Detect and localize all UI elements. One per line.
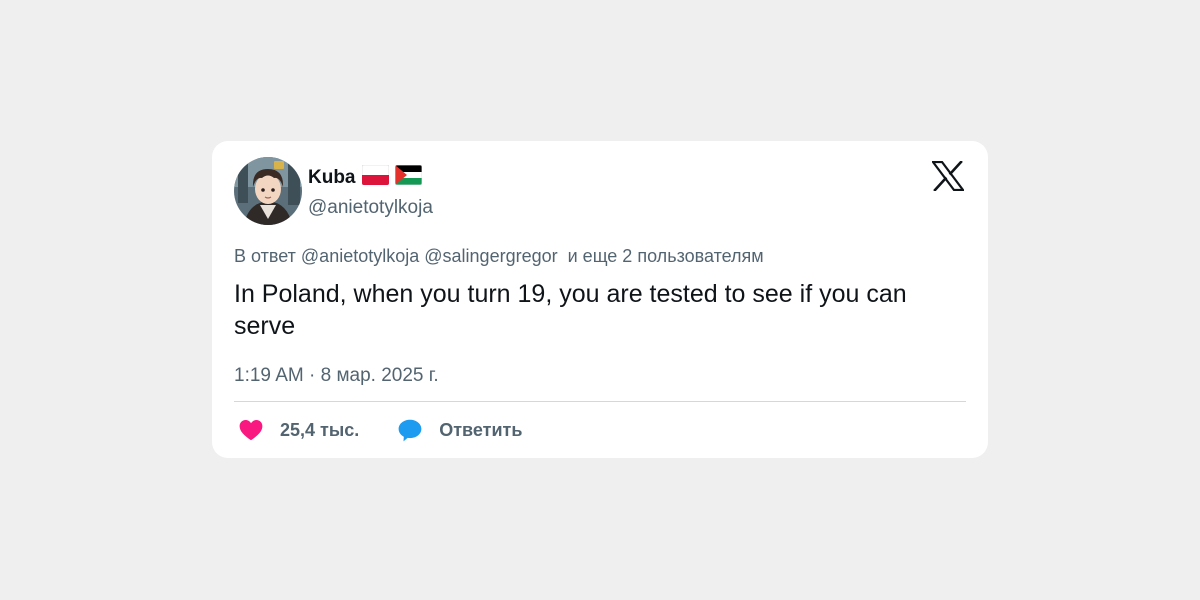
tweet-text: In Poland, when you turn 19, you are tes…: [234, 280, 907, 340]
reply-context: В ответ @anietotylkoja @salingergregor и…: [234, 246, 764, 267]
reply-context-prefix: В ответ: [234, 246, 296, 266]
avatar[interactable]: [234, 157, 302, 225]
author-display-name[interactable]: Kuba: [308, 167, 356, 189]
tweet-card: Kuba @anietotylkoja В ответ @anietotylko…: [212, 141, 988, 458]
reply-mention-1[interactable]: @anietotylkoja: [301, 246, 419, 266]
reply-button[interactable]: Ответить: [397, 417, 522, 443]
like-count: 25,4 тыс.: [280, 419, 360, 440]
author-handle[interactable]: @anietotylkoja: [308, 197, 433, 219]
tweet-actions: 25,4 тыс. Ответить: [238, 417, 522, 443]
palestine-flag-icon: [394, 164, 422, 190]
tweet-timestamp[interactable]: 1:19 AM · 8 мар. 2025 г.: [234, 365, 439, 387]
reply-label: Ответить: [439, 419, 523, 440]
author-name-row: Kuba: [308, 164, 422, 190]
like-button[interactable]: 25,4 тыс.: [238, 417, 359, 443]
divider: [234, 401, 966, 402]
reply-context-suffix: и еще 2 пользователям: [567, 246, 764, 266]
poland-flag-icon: [361, 164, 389, 190]
heart-icon: [238, 417, 264, 443]
reply-mention-2[interactable]: @salingergregor: [424, 246, 557, 266]
speech-bubble-icon: [397, 417, 423, 443]
x-logo-icon[interactable]: [930, 160, 966, 192]
